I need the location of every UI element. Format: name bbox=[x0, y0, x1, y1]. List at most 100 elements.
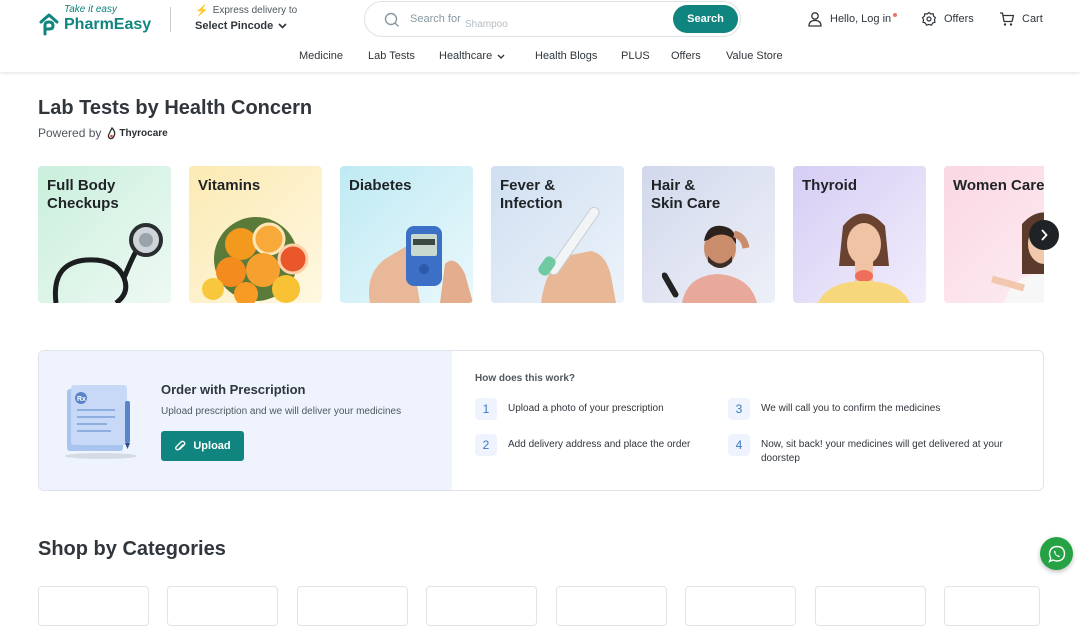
login-label-wrap: Hello, Log in bbox=[830, 13, 898, 25]
chevron-down-icon bbox=[497, 54, 505, 59]
step-number: 3 bbox=[728, 398, 750, 420]
thermometer-icon bbox=[538, 206, 616, 303]
card-label: Hair & Skin Care bbox=[651, 177, 721, 212]
step-text: We will call you to confirm the medicine… bbox=[761, 403, 941, 414]
logo-mark-icon bbox=[39, 13, 59, 36]
step-number: 4 bbox=[728, 434, 750, 456]
powered-by-label: Powered by bbox=[38, 126, 102, 140]
powered-by: Powered by Thyrocare bbox=[38, 126, 168, 140]
paperclip-icon bbox=[175, 440, 186, 450]
category-tile[interactable] bbox=[38, 586, 149, 626]
step-number: 2 bbox=[475, 434, 497, 456]
pharmeasy-logo[interactable]: Take it easy PharmEasy bbox=[38, 4, 158, 36]
lab-tests-title: Lab Tests by Health Concern bbox=[38, 97, 313, 119]
search-bar[interactable]: Search for Shampoo Search bbox=[364, 1, 741, 37]
how-it-works-title: How does this work? bbox=[475, 373, 576, 384]
search-placeholder: Search for bbox=[410, 13, 461, 25]
delivery-label: Express delivery to bbox=[212, 5, 298, 16]
cart-link[interactable]: Cart bbox=[999, 11, 1043, 27]
card-fever-infection[interactable]: Fever & Infection bbox=[491, 166, 624, 303]
category-tile[interactable] bbox=[297, 586, 408, 626]
health-concern-carousel: Full Body Checkups Vitamins Diabetes Fev… bbox=[38, 166, 1044, 303]
nav-item-offers[interactable]: Offers bbox=[671, 50, 701, 62]
logo-tagline: Take it easy bbox=[64, 4, 117, 15]
header-divider bbox=[170, 7, 171, 32]
card-label: Thyroid bbox=[802, 177, 857, 194]
nav-item-lab-tests[interactable]: Lab Tests bbox=[368, 50, 415, 62]
category-tile[interactable] bbox=[426, 586, 537, 626]
step-text: Upload a photo of your prescription bbox=[508, 403, 664, 414]
step-text: Now, sit back! your medicines will get d… bbox=[761, 439, 1003, 464]
card-vitamins[interactable]: Vitamins bbox=[189, 166, 322, 303]
prescription-left: Rx Order with Prescription Upload prescr… bbox=[39, 351, 452, 490]
delivery-row: ⚡ Express delivery to bbox=[195, 4, 297, 17]
card-thyroid[interactable]: Thyroid bbox=[793, 166, 926, 303]
pincode-label: Select Pincode bbox=[195, 20, 274, 32]
card-label: Diabetes bbox=[349, 177, 412, 194]
lightning-icon: ⚡ bbox=[195, 5, 209, 17]
header: Take it easy PharmEasy ⚡ Express deliver… bbox=[0, 0, 1080, 72]
offers-label: Offers bbox=[944, 13, 974, 25]
notification-dot bbox=[893, 13, 898, 17]
step-text: Add delivery address and place the order bbox=[508, 439, 691, 450]
woman-thyroid-image-icon bbox=[818, 213, 910, 303]
card-full-body-checkups[interactable]: Full Body Checkups bbox=[38, 166, 171, 303]
nav-item-healthcare[interactable]: Healthcare bbox=[439, 50, 505, 62]
category-tile[interactable] bbox=[556, 586, 667, 626]
step-number: 1 bbox=[475, 398, 497, 420]
nav-item-value-store[interactable]: Value Store bbox=[726, 50, 783, 62]
whatsapp-icon bbox=[1047, 545, 1065, 563]
thyrocare-logo: Thyrocare bbox=[107, 126, 168, 140]
category-tile[interactable] bbox=[815, 586, 926, 626]
chevron-down-icon bbox=[278, 23, 287, 29]
whatsapp-chat-button[interactable] bbox=[1040, 537, 1073, 570]
svg-text:Rx: Rx bbox=[77, 396, 86, 403]
category-tile[interactable] bbox=[944, 586, 1040, 626]
main-nav: Medicine Lab Tests Healthcare Health Blo… bbox=[0, 50, 1080, 68]
carousel-next-button[interactable] bbox=[1029, 220, 1059, 250]
thyrocare-name: Thyrocare bbox=[119, 127, 168, 139]
shop-by-categories-title: Shop by Categories bbox=[38, 538, 226, 560]
step-2: 2 Add delivery address and place the ord… bbox=[475, 434, 725, 456]
login-label: Hello, Log in bbox=[830, 13, 892, 25]
user-icon bbox=[808, 12, 822, 27]
login-link[interactable]: Hello, Log in bbox=[807, 11, 898, 27]
step-3: 3 We will call you to confirm the medici… bbox=[728, 398, 1008, 420]
search-hint: Shampoo bbox=[465, 19, 508, 30]
nav-item-medicine[interactable]: Medicine bbox=[299, 50, 343, 62]
category-tile[interactable] bbox=[685, 586, 796, 626]
cart-label: Cart bbox=[1022, 13, 1043, 25]
nav-item-health-blogs[interactable]: Health Blogs bbox=[535, 50, 597, 62]
logo-name: PharmEasy bbox=[64, 16, 152, 33]
step-4: 4 Now, sit back! your medicines will get… bbox=[728, 434, 1013, 466]
card-label: Full Body Checkups bbox=[47, 177, 119, 212]
stethoscope-icon bbox=[52, 223, 163, 303]
card-label: Women Care bbox=[953, 177, 1044, 194]
search-button[interactable]: Search bbox=[673, 5, 738, 33]
offers-link[interactable]: Offers bbox=[921, 11, 974, 27]
cart-icon bbox=[1000, 12, 1015, 26]
step-1: 1 Upload a photo of your prescription bbox=[475, 398, 705, 420]
pincode-row: Select Pincode bbox=[195, 20, 297, 32]
category-tile[interactable] bbox=[167, 586, 278, 626]
nav-item-healthcare-label: Healthcare bbox=[439, 50, 493, 62]
pincode-selector[interactable]: ⚡ Express delivery to Select Pincode bbox=[195, 4, 297, 32]
upload-label: Upload bbox=[193, 440, 231, 452]
nav-item-plus[interactable]: PLUS bbox=[621, 50, 650, 62]
woman-smiling-image-icon bbox=[991, 212, 1044, 303]
thyrocare-flame-icon bbox=[108, 126, 116, 139]
search-icon bbox=[384, 12, 399, 27]
card-label: Vitamins bbox=[198, 177, 261, 194]
oranges-image-icon bbox=[202, 217, 309, 303]
prescription-title: Order with Prescription bbox=[161, 382, 306, 397]
chevron-right-icon bbox=[1041, 229, 1048, 241]
prescription-panel: Rx Order with Prescription Upload prescr… bbox=[38, 350, 1044, 491]
offers-badge-icon bbox=[921, 11, 937, 26]
upload-button[interactable]: Upload bbox=[161, 431, 244, 461]
glucometer-icon bbox=[369, 226, 473, 303]
card-hair-skin-care[interactable]: Hair & Skin Care bbox=[642, 166, 775, 303]
prescription-document-icon: Rx bbox=[65, 385, 137, 459]
card-diabetes[interactable]: Diabetes bbox=[340, 166, 473, 303]
prescription-subtitle: Upload prescription and we will deliver … bbox=[161, 406, 402, 417]
man-worried-image-icon bbox=[662, 225, 757, 303]
